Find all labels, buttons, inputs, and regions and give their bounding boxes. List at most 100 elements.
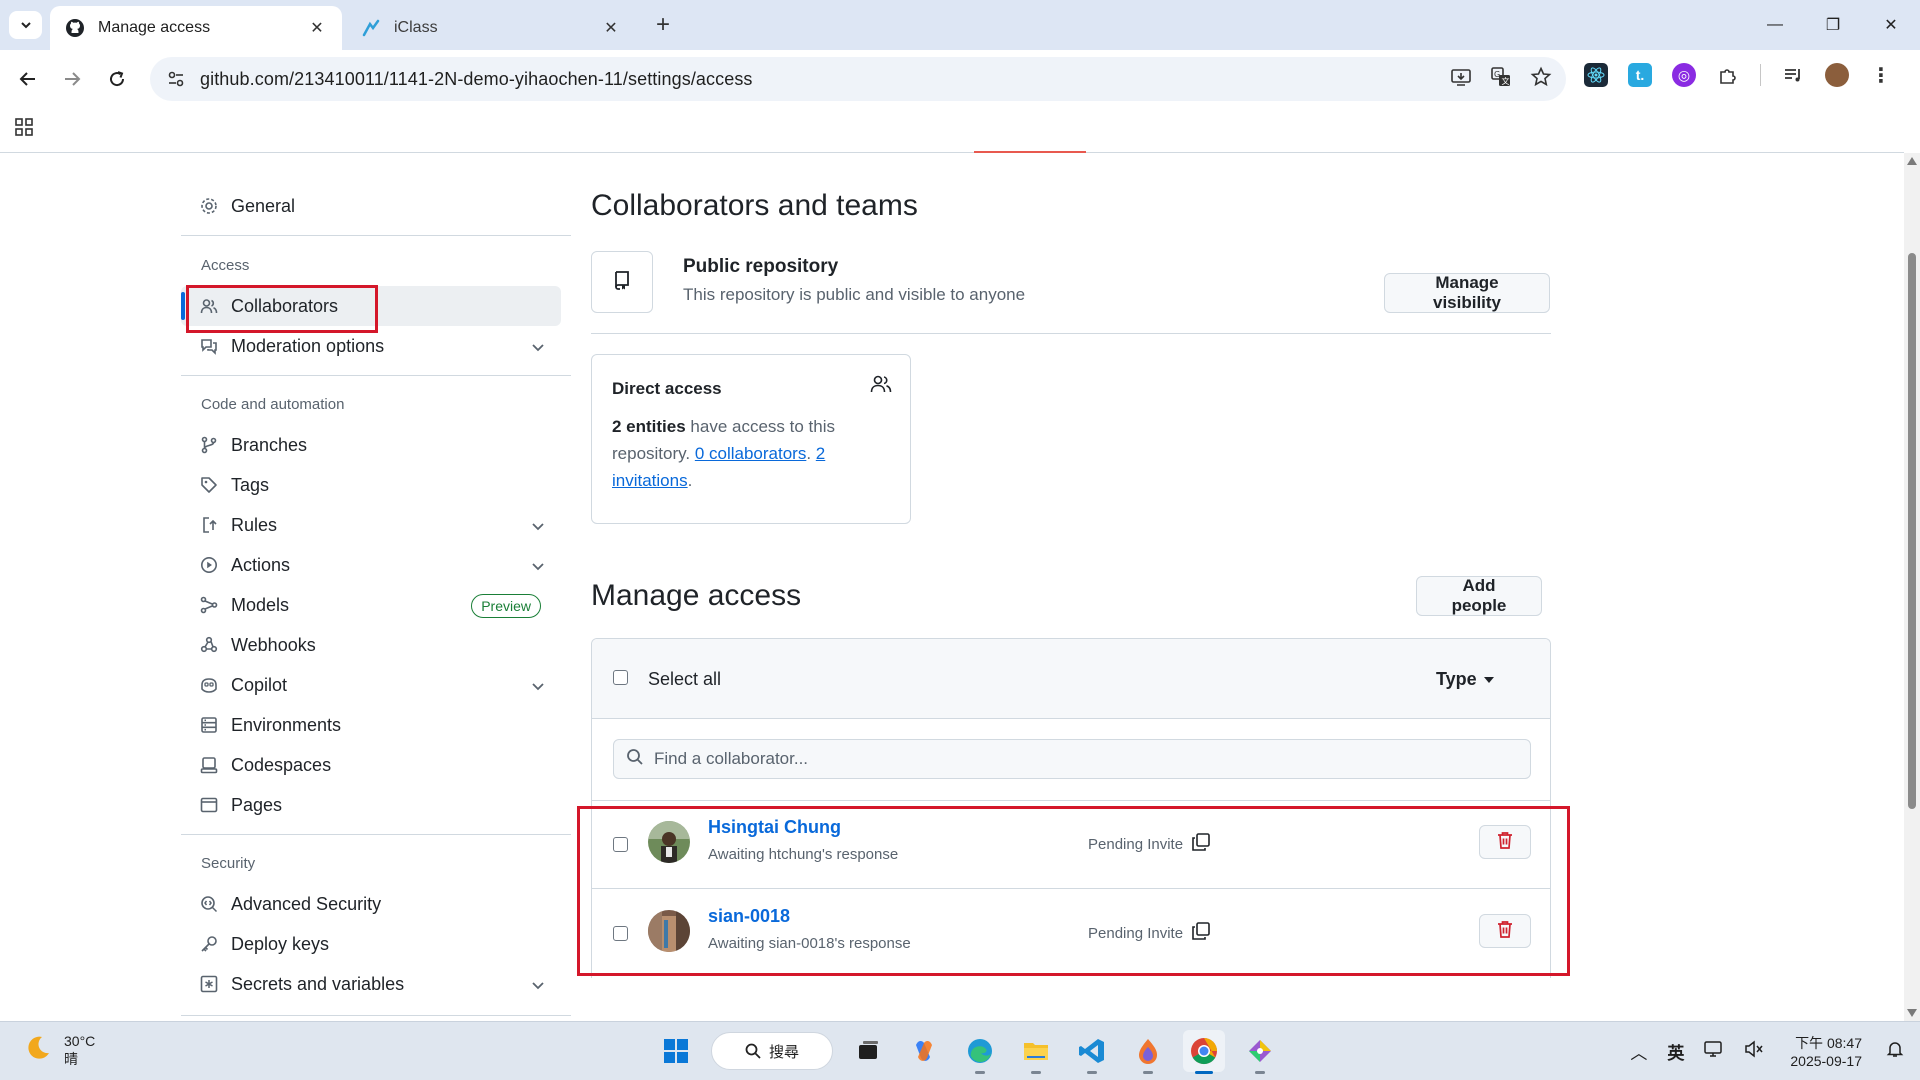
start-button[interactable] [655,1030,697,1072]
remove-collaborator-button[interactable] [1479,914,1531,948]
network-icon[interactable] [1704,1040,1724,1063]
sidebar-divider [181,375,571,376]
git-client-app[interactable] [1239,1030,1281,1074]
bookmark-star-icon[interactable] [1530,66,1552,93]
select-all-label[interactable]: Select all [648,669,721,690]
back-button[interactable] [12,63,44,95]
copy-icon[interactable] [1191,921,1211,945]
chevron-down-icon [531,338,545,359]
windows-taskbar: 30°C 晴 搜尋 ︿ 英 下午 08:47 2025-09-17 [0,1021,1920,1080]
sidebar-item-deploy-keys[interactable]: Deploy keys [181,924,561,964]
system-clock[interactable]: 下午 08:47 2025-09-17 [1790,1034,1862,1070]
weather-widget[interactable]: 30°C 晴 [24,1032,95,1068]
remove-collaborator-button[interactable] [1479,825,1531,859]
tag-icon [199,475,219,495]
translate-icon[interactable]: G文 [1490,66,1512,93]
avatar[interactable] [648,910,690,952]
tab-iclass[interactable]: iClass ✕ [346,6,636,50]
media-controls-icon[interactable] [1781,63,1805,87]
collaborator-search-box[interactable] [613,739,1531,779]
volume-muted-icon[interactable] [1744,1040,1764,1063]
avatar[interactable] [648,821,690,863]
task-view-button[interactable] [847,1030,889,1072]
minimize-icon[interactable]: — [1746,0,1804,50]
apps-grid-icon[interactable] [14,117,36,139]
tab-search-button[interactable] [9,11,42,39]
sidebar-item-webhooks[interactable]: Webhooks [181,625,561,665]
asterisk-icon [199,974,219,994]
close-icon[interactable]: ✕ [306,17,328,39]
collaborator-search-input[interactable] [654,749,1514,769]
edge-app[interactable] [959,1030,1001,1074]
collaborator-checkbox[interactable] [613,837,628,852]
reload-button[interactable] [101,63,133,95]
purple-extension-icon[interactable]: ◎ [1672,63,1696,87]
sidebar-item-advanced-security[interactable]: Advanced Security [181,884,561,924]
copilot-app[interactable] [903,1030,945,1072]
install-app-icon[interactable] [1450,66,1472,93]
sidebar-item-branches[interactable]: Branches [181,425,561,465]
add-people-button[interactable]: Add people [1416,576,1542,616]
t-extension-icon[interactable]: t. [1628,63,1652,87]
scrollbar-thumb[interactable] [1908,253,1916,809]
sidebar-item-actions[interactable]: Actions [181,545,561,585]
sidebar-item-secrets[interactable]: Secrets and variables [181,964,561,1004]
page-title: Collaborators and teams [591,189,918,222]
copy-icon[interactable] [1191,832,1211,856]
tab-manage-access[interactable]: Manage access ✕ [50,6,342,50]
page-top-border [0,152,1904,153]
manage-visibility-button[interactable]: Manage visibility [1384,273,1550,313]
sidebar-item-moderation[interactable]: Moderation options [181,326,561,366]
page-scrollbar[interactable] [1904,153,1920,1021]
more-menu-icon[interactable]: ⋮ [1869,63,1893,87]
forward-button[interactable] [56,63,88,95]
collaborators-link[interactable]: 0 collaborators [695,444,807,463]
sidebar-item-label: Tags [231,474,270,495]
chrome-icon [1191,1038,1217,1065]
chevron-down-icon [531,677,545,698]
flame-app[interactable] [1127,1030,1169,1074]
collaborator-checkbox[interactable] [613,926,628,941]
url-text[interactable]: github.com/213410011/1141-2N-demo-yihaoc… [200,69,753,90]
close-icon[interactable]: ✕ [600,17,622,39]
collaborator-name-link[interactable]: Hsingtai Chung [708,817,841,838]
scroll-down-arrow-icon[interactable] [1907,1009,1917,1017]
restore-icon[interactable]: ❐ [1804,0,1862,50]
taskbar-apps: 搜尋 [655,1030,1281,1074]
pending-invite-label: Pending Invite [1088,924,1184,942]
taskbar-search[interactable]: 搜尋 [711,1032,833,1070]
sidebar-item-models[interactable]: Models Preview [181,585,561,625]
react-devtools-icon[interactable] [1584,63,1608,87]
file-explorer-app[interactable] [1015,1030,1057,1074]
show-hidden-icons-chevron-icon[interactable]: ︿ [1630,1039,1647,1064]
sidebar-item-tags[interactable]: Tags [181,465,561,505]
svg-text:G: G [1494,70,1500,79]
collaborator-name-link[interactable]: sian-0018 [708,906,790,927]
scroll-up-arrow-icon[interactable] [1907,157,1917,165]
window-controls: — ❐ ✕ [1746,0,1920,50]
new-tab-button[interactable]: + [648,10,678,40]
chrome-app[interactable] [1183,1030,1225,1074]
sidebar-item-environments[interactable]: Environments [181,705,561,745]
notification-bell-icon[interactable] [1886,1040,1904,1063]
sidebar-item-codespaces[interactable]: Codespaces [181,745,561,785]
sidebar-item-copilot[interactable]: Copilot [181,665,561,705]
close-window-icon[interactable]: ✕ [1862,0,1920,50]
address-bar[interactable]: github.com/213410011/1141-2N-demo-yihaoc… [150,57,1566,101]
collaborator-status-text: Awaiting sian-0018's response [708,935,911,952]
caret-down-icon [1484,677,1494,683]
site-settings-icon[interactable] [154,57,198,101]
select-all-checkbox[interactable] [613,670,628,685]
sidebar-item-pages[interactable]: Pages [181,785,561,825]
collaborator-search-area [592,719,1550,801]
type-filter-button[interactable]: Type [1436,669,1477,690]
profile-avatar-icon[interactable] [1825,63,1849,87]
puzzle-extensions-icon[interactable] [1716,63,1740,87]
sidebar-item-collaborators[interactable]: Collaborators [181,286,561,326]
ime-indicator[interactable]: 英 [1667,1039,1684,1064]
repo-visibility-description: This repository is public and visible to… [683,285,1026,304]
sidebar-item-rules[interactable]: Rules [181,505,561,545]
vscode-app[interactable] [1071,1030,1113,1074]
sidebar-item-general[interactable]: General [181,186,561,226]
sidebar-heading-code: Code and automation [201,396,345,413]
